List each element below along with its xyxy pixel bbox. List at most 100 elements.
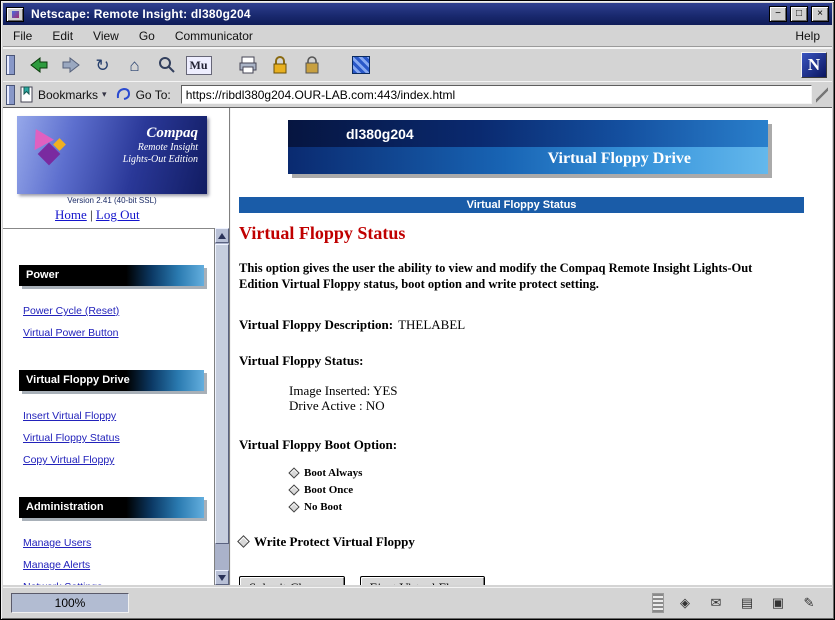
boot-option-label: Virtual Floppy Boot Option: xyxy=(239,437,832,453)
toolbar-grip[interactable] xyxy=(6,55,15,75)
shop-button[interactable] xyxy=(298,52,325,79)
print-icon xyxy=(237,54,259,76)
menu-bar: File Edit View Go Communicator Help xyxy=(3,25,832,47)
location-drag-icon[interactable] xyxy=(816,87,828,103)
menu-go[interactable]: Go xyxy=(129,26,165,46)
stop-button[interactable] xyxy=(347,52,374,79)
location-bar: Bookmarks ▾ Go To: xyxy=(3,81,832,107)
newsgroups-icon[interactable]: ▤ xyxy=(736,593,758,613)
navigation-toolbar: ↻ ⌂ Mu xyxy=(3,48,832,81)
form-buttons: Submit Changes Eject Virtual Floppy xyxy=(239,576,832,586)
close-button[interactable]: × xyxy=(811,6,829,22)
boot-once-radio-icon[interactable] xyxy=(288,484,299,495)
forward-arrow-icon xyxy=(60,54,82,76)
address-book-icon[interactable]: ▣ xyxy=(767,593,789,613)
composer-icon[interactable]: ✎ xyxy=(798,593,820,613)
navigator-icon[interactable]: ◈ xyxy=(674,593,696,613)
sidebar-link-virtual-power-button[interactable]: Virtual Power Button xyxy=(23,322,214,344)
menu-file[interactable]: File xyxy=(3,26,42,46)
sidebar-link-manage-alerts[interactable]: Manage Alerts xyxy=(23,554,214,576)
sidebar-nav: Power Power Cycle (Reset) Virtual Power … xyxy=(3,228,214,585)
home-link[interactable]: Home xyxy=(55,207,87,222)
sidebar-link-power-cycle[interactable]: Power Cycle (Reset) xyxy=(23,300,214,322)
home-button[interactable]: ⌂ xyxy=(121,52,148,79)
submit-changes-button[interactable]: Submit Changes xyxy=(239,576,345,586)
main-frame: dl380g204 Virtual Floppy Drive Virtual F… xyxy=(230,108,832,585)
boot-always-option[interactable]: Boot Always xyxy=(289,465,832,482)
search-icon xyxy=(157,55,177,75)
window-title: Netscape: Remote Insight: dl380g204 xyxy=(31,7,251,21)
minimize-button[interactable]: − xyxy=(769,6,787,22)
banner-page-title: Virtual Floppy Drive xyxy=(548,150,691,168)
url-input[interactable] xyxy=(181,85,812,104)
section-banner-administration: Administration xyxy=(19,497,204,518)
title-bar: Netscape: Remote Insight: dl380g204 − □ … xyxy=(3,3,832,25)
no-boot-radio-icon[interactable] xyxy=(288,501,299,512)
logo-line1: Remote Insight xyxy=(79,142,198,154)
section-title: Power xyxy=(26,269,59,281)
page-proxy-icon[interactable] xyxy=(115,86,132,103)
scrollbar-thumb[interactable] xyxy=(215,244,229,544)
location-bar-grip[interactable] xyxy=(6,85,15,105)
forward-button[interactable] xyxy=(57,52,84,79)
page-banner: dl380g204 Virtual Floppy Drive xyxy=(288,120,768,174)
bookmark-icon[interactable] xyxy=(20,86,34,103)
back-button[interactable] xyxy=(25,52,52,79)
sidebar: Compaq Remote Insight Lights-Out Edition… xyxy=(3,108,230,585)
write-protect-checkbox-icon[interactable] xyxy=(237,535,250,548)
section-title-bar: Virtual Floppy Status xyxy=(239,197,804,213)
boot-always-radio-icon[interactable] xyxy=(288,467,299,478)
reload-button[interactable]: ↻ xyxy=(89,52,116,79)
netscape-logo[interactable]: N xyxy=(801,52,827,78)
print-button[interactable] xyxy=(234,52,261,79)
menu-view[interactable]: View xyxy=(83,26,129,46)
floppy-status-label: Virtual Floppy Status: xyxy=(239,353,832,369)
page-title: Virtual Floppy Status xyxy=(239,223,832,244)
boot-option-group: Boot Always Boot Once No Boot xyxy=(289,465,832,516)
boot-once-label: Boot Once xyxy=(304,484,353,496)
search-button[interactable] xyxy=(153,52,180,79)
logo-brand: Compaq xyxy=(79,125,198,142)
sidebar-link-manage-users[interactable]: Manage Users xyxy=(23,532,214,554)
compaq-logo: Compaq Remote Insight Lights-Out Edition xyxy=(17,116,207,194)
sidebar-link-virtual-floppy-status[interactable]: Virtual Floppy Status xyxy=(23,427,214,449)
back-arrow-icon xyxy=(28,54,50,76)
menu-communicator[interactable]: Communicator xyxy=(165,26,263,46)
logout-link[interactable]: Log Out xyxy=(96,207,140,222)
sidebar-scrollbar[interactable] xyxy=(214,228,229,585)
section-title: Administration xyxy=(26,501,104,513)
drive-active-value: Drive Active : NO xyxy=(289,398,832,413)
bookmarks-label[interactable]: Bookmarks xyxy=(38,88,98,102)
sidebar-link-network-settings[interactable]: Network Settings xyxy=(23,576,214,585)
my-netscape-button[interactable]: Mu xyxy=(185,52,212,79)
component-bar-grip[interactable] xyxy=(652,593,664,613)
bookmarks-dropdown-icon[interactable]: ▾ xyxy=(102,89,107,100)
link-separator: | xyxy=(90,207,93,222)
session-links: Home | Log Out xyxy=(55,207,140,223)
logo-line2: Lights-Out Edition xyxy=(79,154,198,166)
sidebar-link-insert-virtual-floppy[interactable]: Insert Virtual Floppy xyxy=(23,405,214,427)
menu-help[interactable]: Help xyxy=(783,26,832,46)
menu-edit[interactable]: Edit xyxy=(42,26,83,46)
compaq-logo-icon xyxy=(17,116,79,194)
section-title: Virtual Floppy Drive xyxy=(26,374,130,386)
lock-icon xyxy=(270,54,290,76)
maximize-button[interactable]: □ xyxy=(790,6,808,22)
no-boot-option[interactable]: No Boot xyxy=(289,499,832,516)
boot-once-option[interactable]: Boot Once xyxy=(289,482,832,499)
scroll-down-button[interactable] xyxy=(215,570,229,585)
floppy-description-row: Virtual Floppy Description:THELABEL xyxy=(239,317,832,333)
sidebar-link-copy-virtual-floppy[interactable]: Copy Virtual Floppy xyxy=(23,449,214,471)
eject-virtual-floppy-button[interactable]: Eject Virtual Floppy xyxy=(360,576,486,586)
floppy-status-values: Image Inserted: YES Drive Active : NO xyxy=(289,383,832,413)
window-menu-icon[interactable] xyxy=(6,7,24,22)
floppy-description-label: Virtual Floppy Description: xyxy=(239,317,393,332)
scroll-up-button[interactable] xyxy=(215,228,229,243)
image-inserted-value: Image Inserted: YES xyxy=(289,383,832,398)
no-boot-label: No Boot xyxy=(304,501,342,513)
write-protect-option[interactable]: Write Protect Virtual Floppy xyxy=(239,534,832,550)
mailbox-icon[interactable]: ✉ xyxy=(705,593,727,613)
goto-label: Go To: xyxy=(136,88,171,102)
progress-indicator: 100% xyxy=(11,593,129,613)
security-button[interactable] xyxy=(266,52,293,79)
